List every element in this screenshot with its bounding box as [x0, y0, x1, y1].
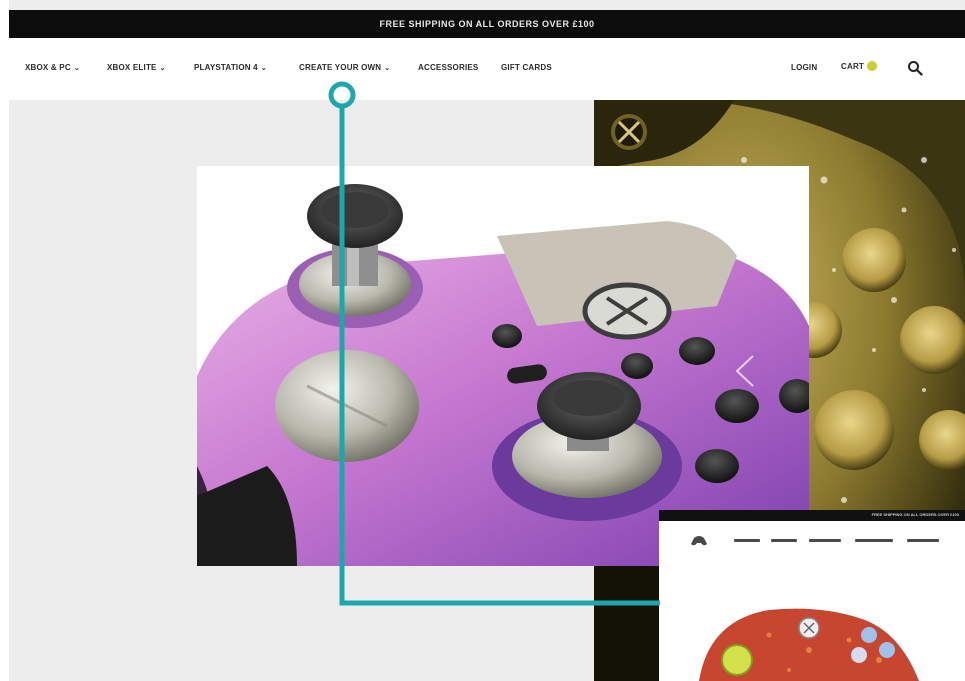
chevron-down-icon: ⌄: [384, 65, 391, 72]
announcement-text: FREE SHIPPING ON ALL ORDERS OVER £100: [379, 19, 595, 29]
nav-item-label: XBOX & PC: [25, 63, 71, 72]
cart-badge: [867, 61, 878, 71]
nav-item-accessories[interactable]: ACCESSORIES: [418, 63, 478, 72]
nav-item-gift-cards[interactable]: GIFT CARDS: [501, 63, 552, 72]
embedded-site-preview: FREE SHIPPING ON ALL ORDERS OVER £100: [659, 510, 965, 681]
chevron-down-icon: ⌄: [260, 65, 267, 72]
chevron-down-icon: ⌄: [73, 65, 80, 72]
top-navigation: XBOX & PC ⌄ XBOX ELITE ⌄ PLAYSTATION 4 ⌄ CR…: [9, 38, 965, 100]
announcement-bar: FREE SHIPPING ON ALL ORDERS OVER £100: [9, 10, 965, 38]
purple-controller-image: [197, 166, 809, 566]
nav-item-xbox-pc[interactable]: XBOX & PC ⌄: [25, 63, 80, 72]
cart-link[interactable]: CART: [841, 61, 878, 71]
website-screenshot: FREE SHIPPING ON ALL ORDERS OVER £100 XB…: [9, 0, 965, 681]
search-icon[interactable]: [907, 60, 923, 76]
nav-item-label: PLAYSTATION 4: [194, 63, 258, 72]
nav-item-xbox-elite[interactable]: XBOX ELITE ⌄: [107, 63, 166, 72]
cart-label: CART: [841, 62, 865, 71]
chevron-down-icon: ⌄: [159, 65, 166, 72]
nav-item-label: CREATE YOUR OWN: [299, 63, 382, 72]
nav-item-label: GIFT CARDS: [501, 63, 552, 72]
nav-item-playstation-4[interactable]: PLAYSTATION 4 ⌄: [194, 63, 267, 72]
nav-item-create-your-own[interactable]: CREATE YOUR OWN ⌄: [299, 63, 390, 72]
login-label: LOGIN: [791, 63, 818, 72]
login-link[interactable]: LOGIN: [791, 63, 817, 72]
nav-item-label: ACCESSORIES: [418, 63, 479, 72]
nav-item-label: XBOX ELITE: [107, 63, 157, 72]
